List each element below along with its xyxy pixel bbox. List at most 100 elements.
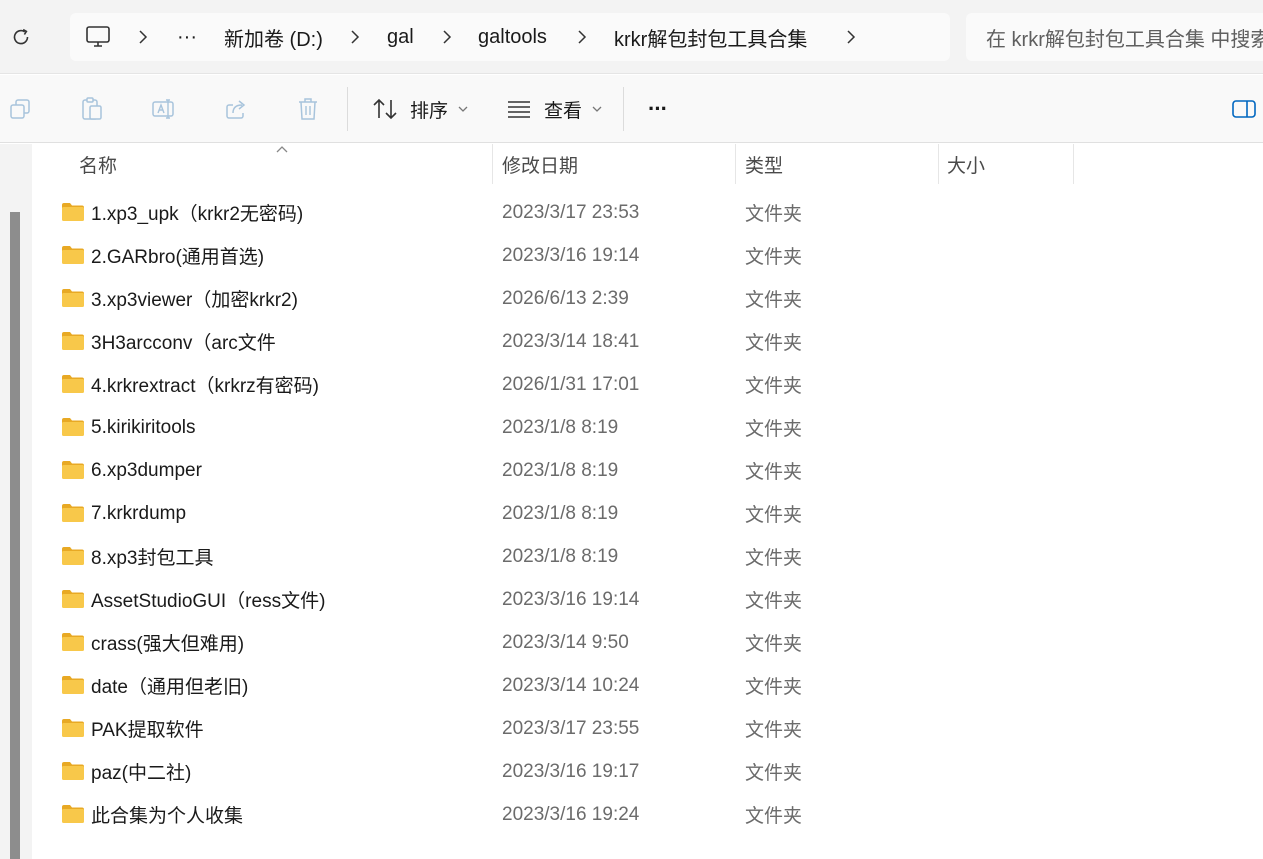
file-row[interactable]: 3.xp3viewer（加密krkr2) 2026/6/13 2:39 文件夹	[32, 277, 1263, 320]
file-row[interactable]: 4.krkrextract（krkrz有密码) 2026/1/31 17:01 文件…	[32, 363, 1263, 406]
file-row[interactable]: 此合集为个人收集 2023/3/16 19:24 文件夹	[32, 793, 1263, 836]
paste-icon	[82, 97, 102, 120]
file-name: 1.xp3_upk（krkr2无密码)	[91, 204, 304, 225]
folder-icon	[62, 203, 84, 221]
computer-icon	[86, 26, 110, 47]
breadcrumb-galtools[interactable]: galtools	[478, 13, 547, 61]
toolbar-divider	[347, 87, 348, 131]
file-name: paz(中二社)	[91, 763, 192, 784]
file-modified-date: 2023/3/16 19:14	[502, 244, 640, 266]
folder-icon	[62, 676, 84, 694]
more-options-button[interactable]: ···	[648, 89, 668, 129]
delete-button[interactable]	[294, 95, 322, 123]
file-modified-date: 2023/3/14 10:24	[502, 674, 640, 696]
folder-icon	[62, 762, 84, 780]
file-modified-date: 2023/1/8 8:19	[502, 459, 619, 481]
file-row[interactable]: 3H3arcconv（arc文件 2023/3/14 18:41 文件夹	[32, 320, 1263, 363]
file-type: 文件夹	[745, 376, 803, 397]
file-modified-date: 2023/3/16 19:14	[502, 588, 640, 610]
file-row[interactable]: 6.xp3dumper 2023/1/8 8:19 文件夹	[32, 449, 1263, 492]
file-row[interactable]: 1.xp3_upk（krkr2无密码) 2023/3/17 23:53 文件夹	[32, 191, 1263, 234]
view-label: 查看	[544, 100, 583, 122]
folder-icon	[62, 633, 84, 651]
file-row[interactable]: PAK提取软件 2023/3/17 23:55 文件夹	[32, 707, 1263, 750]
file-row[interactable]: AssetStudioGUI（ress文件) 2023/3/16 19:14 文件夹	[32, 578, 1263, 621]
sort-button[interactable]: 排序	[372, 89, 468, 129]
column-header-name[interactable]: 名称	[79, 144, 117, 184]
address-bar[interactable]: ··· 新加卷 (D:) gal galtools krkr解包封包工具合集	[70, 13, 950, 61]
paste-button[interactable]	[78, 95, 106, 123]
file-row[interactable]: date（通用但老旧) 2023/3/14 10:24 文件夹	[32, 664, 1263, 707]
file-list: 名称 修改日期 类型 大小 1.xp3_upk（krkr2无密码) 2023/3/…	[32, 144, 1263, 859]
column-divider[interactable]	[1073, 144, 1074, 184]
column-header-size[interactable]: 大小	[947, 144, 985, 184]
file-modified-date: 2023/1/8 8:19	[502, 545, 619, 567]
file-row[interactable]: 8.xp3封包工具 2023/1/8 8:19 文件夹	[32, 535, 1263, 578]
chevron-right-icon[interactable]	[841, 13, 861, 61]
file-name: 7.krkrdump	[91, 502, 187, 524]
copy-button[interactable]	[6, 95, 34, 123]
refresh-button[interactable]	[6, 22, 36, 52]
folder-icon	[62, 461, 84, 479]
column-divider[interactable]	[938, 144, 939, 184]
copy-icon	[10, 99, 30, 119]
folder-icon	[62, 418, 84, 436]
breadcrumb-current-folder[interactable]: krkr解包封包工具合集	[614, 13, 807, 61]
share-button[interactable]	[222, 95, 250, 123]
sort-label: 排序	[410, 100, 449, 122]
breadcrumb-gal[interactable]: gal	[387, 13, 414, 61]
file-name: AssetStudioGUI（ress文件)	[91, 591, 326, 612]
file-modified-date: 2023/3/16 19:24	[502, 803, 640, 825]
chevron-right-icon[interactable]	[437, 13, 457, 61]
file-type: 文件夹	[745, 591, 803, 612]
folder-icon	[62, 246, 84, 264]
folder-icon	[62, 547, 84, 565]
file-modified-date: 2026/6/13 2:39	[502, 287, 629, 309]
chevron-down-icon	[458, 106, 468, 112]
search-input[interactable]: 在 krkr解包封包工具合集 中搜索	[966, 13, 1263, 61]
breadcrumb-drive-d[interactable]: 新加卷 (D:)	[224, 13, 323, 61]
folder-icon	[62, 719, 84, 737]
chevron-right-icon[interactable]	[133, 13, 153, 61]
file-modified-date: 2023/3/14 18:41	[502, 330, 640, 352]
file-type: 文件夹	[745, 806, 803, 827]
nav-scrollbar-thumb[interactable]	[10, 212, 20, 859]
file-modified-date: 2023/1/8 8:19	[502, 416, 619, 438]
file-type: 文件夹	[745, 720, 803, 741]
details-pane-button[interactable]	[1230, 95, 1258, 123]
chevron-right-icon[interactable]	[345, 13, 365, 61]
breadcrumb-overflow[interactable]: ···	[177, 13, 197, 61]
chevron-right-icon[interactable]	[572, 13, 592, 61]
file-row[interactable]: 2.GARbro(通用首选) 2023/3/16 19:14 文件夹	[32, 234, 1263, 277]
column-header-modified[interactable]: 修改日期	[502, 144, 578, 184]
file-type: 文件夹	[745, 548, 803, 569]
file-row[interactable]: 7.krkrdump 2023/1/8 8:19 文件夹	[32, 492, 1263, 535]
file-name: 5.kirikiritools	[91, 416, 196, 438]
file-type: 文件夹	[745, 333, 803, 354]
file-row[interactable]: crass(强大但难用) 2023/3/14 9:50 文件夹	[32, 621, 1263, 664]
file-name: 4.krkrextract（krkrz有密码)	[91, 376, 320, 397]
this-pc-button[interactable]	[85, 13, 111, 61]
file-row[interactable]: paz(中二社) 2023/3/16 19:17 文件夹	[32, 750, 1263, 793]
column-header-type[interactable]: 类型	[745, 144, 783, 184]
column-divider[interactable]	[735, 144, 736, 184]
file-type: 文件夹	[745, 763, 803, 784]
file-row[interactable]: 5.kirikiritools 2023/1/8 8:19 文件夹	[32, 406, 1263, 449]
file-modified-date: 2023/3/14 9:50	[502, 631, 629, 653]
file-modified-date: 2026/1/31 17:01	[502, 373, 640, 395]
file-type: 文件夹	[745, 290, 803, 311]
details-pane-icon	[1232, 100, 1256, 118]
folder-icon	[62, 375, 84, 393]
folder-icon	[62, 504, 84, 522]
view-button[interactable]: 查看	[506, 89, 602, 129]
file-name: PAK提取软件	[91, 720, 204, 741]
column-divider[interactable]	[492, 144, 493, 184]
share-icon	[226, 100, 246, 119]
rename-button[interactable]	[150, 95, 178, 123]
rename-icon	[152, 99, 174, 119]
file-type: 文件夹	[745, 505, 803, 526]
view-list-icon	[508, 101, 530, 118]
file-type: 文件夹	[745, 247, 803, 268]
file-type: 文件夹	[745, 462, 803, 483]
file-modified-date: 2023/3/16 19:17	[502, 760, 640, 782]
